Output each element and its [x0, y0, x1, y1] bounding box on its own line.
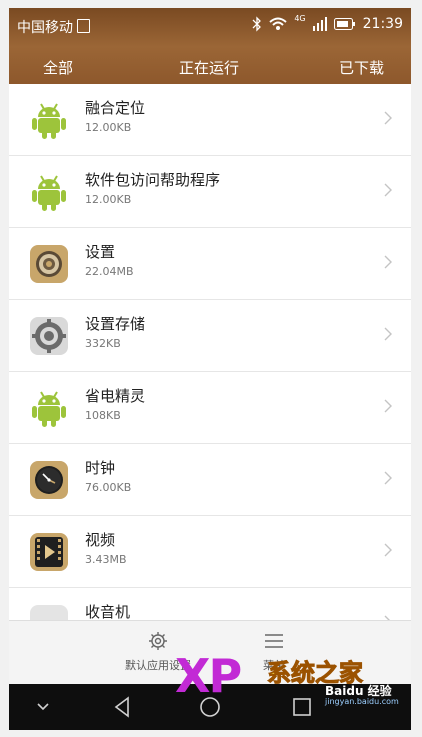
settings-icon	[30, 245, 68, 283]
gear-icon	[30, 317, 68, 355]
chevron-right-icon	[384, 399, 392, 413]
app-name: 收音机	[85, 603, 131, 621]
app-size: 76.00KB	[85, 481, 132, 494]
app-name: 融合定位	[85, 99, 146, 117]
app-size: 108KB	[85, 409, 121, 422]
video-icon	[30, 533, 68, 571]
list-item[interactable]: 融合定位 12.00KB	[9, 84, 411, 156]
header: 中国移动 4G 21:39 全部 正在运行 已下载	[9, 8, 411, 94]
list-item[interactable]: 视频 3.43MB	[9, 516, 411, 588]
app-size: 332KB	[85, 337, 121, 350]
chevron-right-icon	[384, 183, 392, 197]
android-icon	[32, 391, 66, 427]
chevron-right-icon	[384, 543, 392, 557]
app-size: 3.43MB	[85, 553, 127, 566]
app-name: 视频	[85, 531, 116, 549]
app-list: 融合定位 12.00KB 软件包访问帮助程序 12.00KB 设置 22.04M…	[9, 84, 411, 660]
signal-icon	[312, 17, 327, 31]
status-right: 4G 21:39	[252, 13, 403, 32]
bluetooth-icon	[252, 16, 262, 32]
app-name: 设置存储	[85, 315, 146, 333]
app-name: 软件包访问帮助程序	[85, 171, 221, 189]
status-bar: 中国移动 4G 21:39	[9, 8, 411, 42]
chevron-right-icon	[384, 111, 392, 125]
back-icon[interactable]	[112, 696, 132, 718]
app-name: 省电精灵	[85, 387, 146, 405]
app-size: 22.04MB	[85, 265, 134, 278]
battery-icon	[333, 18, 355, 30]
wifi-icon	[269, 17, 288, 30]
watermark-logo: XP	[175, 649, 242, 703]
sim-icon	[77, 19, 90, 33]
carrier-name: 中国移动	[17, 20, 73, 36]
list-item[interactable]: 设置 22.04MB	[9, 228, 411, 300]
android-icon	[32, 103, 66, 139]
tab-downloaded[interactable]: 已下载	[339, 57, 384, 78]
network-type: 4G	[294, 13, 306, 23]
phone-frame: 中国移动 4G 21:39 全部 正在运行 已下载 融合定位 12.00KB 软…	[0, 0, 422, 737]
app-size: 12.00KB	[85, 193, 132, 206]
app-name: 设置	[85, 243, 116, 261]
watermark-url: jingyan.baidu.com	[325, 697, 399, 706]
chevron-right-icon	[384, 327, 392, 341]
chevron-right-icon	[384, 471, 392, 485]
gear-icon	[149, 632, 167, 650]
watermark: XP 系统之家 Baidu 经验 jingyan.baidu.com	[175, 643, 407, 729]
list-item[interactable]: 软件包访问帮助程序 12.00KB	[9, 156, 411, 228]
list-item[interactable]: 时钟 76.00KB	[9, 444, 411, 516]
list-item[interactable]: 设置存储 332KB	[9, 300, 411, 372]
app-name: 时钟	[85, 459, 116, 477]
android-icon	[32, 175, 66, 211]
app-size: 12.00KB	[85, 121, 132, 134]
app-manager-screen: 中国移动 4G 21:39 全部 正在运行 已下载 融合定位 12.00KB 软…	[9, 8, 411, 730]
clock-icon	[30, 461, 68, 499]
list-item[interactable]: 省电精灵 108KB	[9, 372, 411, 444]
clock-time: 21:39	[362, 16, 403, 32]
tab-running[interactable]: 正在运行	[179, 57, 239, 78]
tab-all[interactable]: 全部	[43, 57, 73, 78]
chevron-down-icon[interactable]	[36, 696, 50, 718]
chevron-right-icon	[384, 255, 392, 269]
